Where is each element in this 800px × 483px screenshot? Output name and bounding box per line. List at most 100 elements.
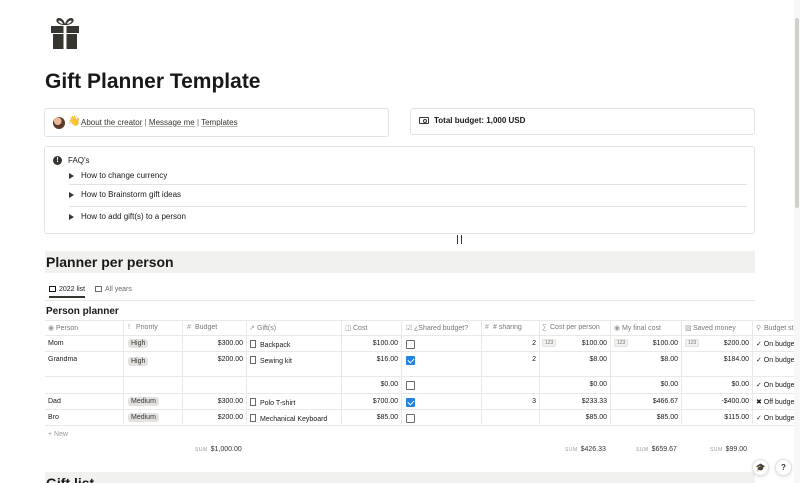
cell-cost[interactable]: $16.00	[345, 356, 398, 363]
column-header-cost[interactable]: ◫Cost	[345, 324, 400, 332]
column-header-shared-budget[interactable]: ☑ ¿Shared budget?	[406, 324, 481, 332]
text-cursor-icon	[457, 235, 462, 244]
toggle-arrow-icon[interactable]	[69, 173, 74, 179]
cell-cost-per-person[interactable]: $0.00	[557, 381, 607, 388]
cell-priority[interactable]: Medium	[128, 397, 159, 406]
toggle-add-gifts[interactable]: How to add gift(s) to a person	[69, 206, 747, 228]
cell-cost-per-person[interactable]: $100.00	[557, 340, 607, 347]
table-row[interactable]: Mom High $300.00 Backpack $100.00 2 123 …	[45, 336, 800, 352]
creator-callout: 👋 About the creator | Message me | Templ…	[44, 108, 389, 137]
cell-person[interactable]: Mom	[48, 340, 120, 347]
cell-sharing[interactable]: 2	[485, 340, 536, 347]
section-heading-planner: Planner per person	[45, 251, 755, 273]
table-row[interactable]: Grandma High $200.00 Sewing kit $16.00 2…	[45, 352, 800, 377]
table-icon	[95, 286, 102, 292]
cell-saved-money[interactable]: $200.00	[700, 340, 749, 347]
column-header-priority[interactable]: ! Priority	[128, 324, 183, 331]
separator: |	[144, 118, 147, 127]
column-header-budget[interactable]: # Budget	[187, 324, 247, 331]
cell-budget[interactable]: $300.00	[185, 398, 243, 405]
separator: |	[196, 118, 200, 127]
cell-final-cost[interactable]: $0.00	[629, 381, 678, 388]
database-title[interactable]: Person planner	[46, 306, 119, 317]
cell-cost[interactable]: $700.00	[345, 398, 398, 405]
cell-gift[interactable]: Mechanical Keyboard	[250, 414, 340, 423]
tab-2022-list[interactable]: 2022 list	[49, 286, 86, 298]
section-heading-gift-list: Gift list	[45, 472, 755, 483]
cell-final-cost[interactable]: $100.00	[629, 340, 678, 347]
checkbox-shared-budget[interactable]	[406, 414, 415, 423]
cell-priority[interactable]: High	[128, 339, 149, 348]
cell-cost-per-person[interactable]: $233.33	[557, 398, 607, 405]
relation-icon: ↗	[249, 325, 255, 332]
cell-final-cost[interactable]: $466.67	[629, 398, 678, 405]
cell-saved-money[interactable]: $115.00	[700, 414, 749, 421]
page-title: Gift Planner Template	[45, 70, 261, 93]
page-icon	[250, 414, 256, 422]
formula-icon: 123	[614, 339, 629, 347]
checkbox-shared-budget[interactable]	[406, 398, 415, 407]
help-button[interactable]: ?	[775, 459, 792, 476]
cell-person[interactable]: Grandma	[48, 356, 120, 363]
cell-person[interactable]: Bro	[48, 414, 120, 421]
person-icon: ◉	[48, 325, 55, 332]
toggle-arrow-icon[interactable]	[69, 214, 74, 220]
cell-gift[interactable]: Polo T-shirt	[250, 398, 340, 407]
cell-budget[interactable]: $200.00	[185, 356, 243, 363]
hash-icon: #	[187, 324, 191, 331]
cell-cost-per-person[interactable]: $8.00	[557, 356, 607, 363]
cell-budget[interactable]: $300.00	[185, 340, 243, 347]
column-header-final-cost[interactable]: ◉ My final cost	[614, 324, 679, 332]
priority-tag: Medium	[128, 413, 159, 422]
table-row[interactable]: Dad Medium $300.00 Polo T-shirt $700.00 …	[45, 394, 800, 410]
table-row[interactable]: $0.00 $0.00 $0.00 $0.00 ✓ On budget	[45, 377, 800, 394]
toggle-brainstorm-gifts[interactable]: How to Brainstorm gift ideas	[69, 184, 747, 206]
cell-priority[interactable]: High	[128, 357, 149, 366]
sum-budget[interactable]: SUM $1,000.00	[195, 446, 242, 453]
table-row[interactable]: Bro Medium $200.00 Mechanical Keyboard $…	[45, 410, 800, 426]
rollup-icon: ◫	[345, 325, 352, 332]
column-header-saved-money[interactable]: ▧Saved money	[685, 324, 750, 332]
templates-link[interactable]: Templates	[201, 118, 237, 127]
formula-icon: 123	[542, 339, 557, 347]
new-row-button[interactable]: + New	[48, 431, 68, 438]
page-icon	[250, 340, 256, 348]
scrollbar-thumb[interactable]	[795, 18, 799, 208]
toggle-label: How to add gift(s) to a person	[81, 212, 186, 221]
cell-sharing[interactable]: 2	[485, 356, 536, 363]
template-library-button[interactable]: 🎓	[752, 459, 769, 476]
search-icon: ⚲	[756, 325, 762, 332]
checkbox-shared-budget[interactable]	[406, 340, 415, 349]
column-header-cost-per-person[interactable]: ∑ Cost per person	[542, 324, 610, 331]
cell-sharing[interactable]: 3	[485, 398, 536, 405]
cell-priority[interactable]: Medium	[128, 413, 159, 422]
column-header-person[interactable]: ◉ Person	[48, 324, 123, 332]
cell-final-cost[interactable]: $8.00	[629, 356, 678, 363]
about-creator-link[interactable]: About the creator	[81, 118, 142, 127]
cell-saved-money[interactable]: -$400.00	[700, 398, 749, 405]
scrollbar[interactable]	[794, 0, 800, 483]
tab-all-years[interactable]: All years	[95, 286, 132, 293]
cell-saved-money[interactable]: $0.00	[700, 381, 749, 388]
avatar	[53, 117, 65, 129]
cell-budget[interactable]: $200.00	[185, 414, 243, 421]
cell-cost-per-person[interactable]: $85.00	[557, 414, 607, 421]
sum-final-cost[interactable]: SUM $659.67	[636, 446, 677, 453]
cell-saved-money[interactable]: $184.00	[700, 356, 749, 363]
checkbox-shared-budget[interactable]	[406, 381, 415, 390]
toggle-arrow-icon[interactable]	[69, 192, 74, 198]
sum-saved-money[interactable]: SUM $99.00	[710, 446, 747, 453]
cell-gift[interactable]: Sewing kit	[250, 356, 340, 365]
cell-cost[interactable]: $0.00	[345, 381, 398, 388]
checkbox-shared-budget[interactable]	[406, 356, 415, 365]
cell-final-cost[interactable]: $85.00	[629, 414, 678, 421]
cell-cost[interactable]: $100.00	[345, 340, 398, 347]
sum-cost-per-person[interactable]: SUM $426.33	[565, 446, 606, 453]
column-header-sharing[interactable]: # # sharing	[485, 324, 540, 331]
formula-icon: 123	[685, 339, 700, 347]
message-me-link[interactable]: Message me	[149, 118, 195, 127]
column-header-gifts[interactable]: ↗ Gift(s)	[249, 324, 341, 332]
cell-person[interactable]: Dad	[48, 398, 120, 405]
cell-cost[interactable]: $85.00	[345, 414, 398, 421]
cell-gift[interactable]: Backpack	[250, 340, 340, 349]
